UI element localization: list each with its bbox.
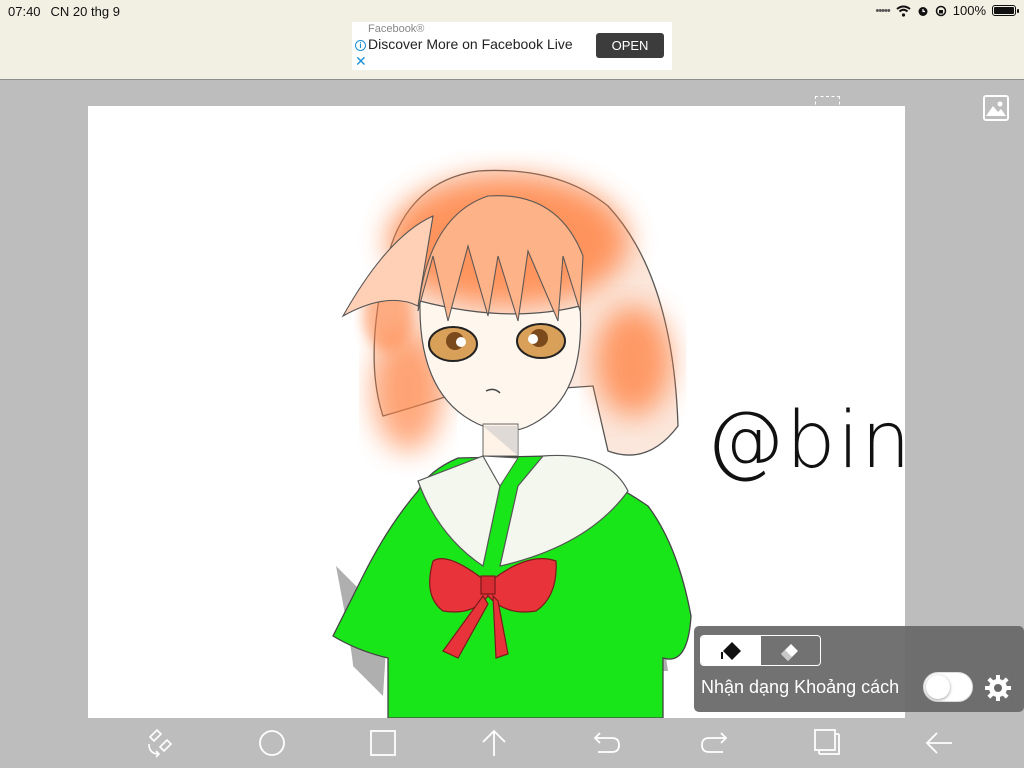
close-icon[interactable]: ✕ xyxy=(355,54,367,68)
cellular-dots-icon: ••••• xyxy=(875,4,890,17)
battery-percent: 100% xyxy=(952,3,986,18)
status-time: 07:40 xyxy=(8,4,41,19)
redo-icon[interactable] xyxy=(699,726,733,760)
ad-title[interactable]: Discover More on Facebook Live xyxy=(368,36,578,52)
gear-icon[interactable] xyxy=(984,674,1012,702)
status-date: CN 20 thg 9 xyxy=(50,4,120,19)
signature-text: @bin xyxy=(706,396,905,486)
spacing-recognition-label: Nhận dạng Khoảng cách xyxy=(701,677,900,697)
brush-icon[interactable] xyxy=(701,636,761,665)
circle-icon[interactable] xyxy=(255,726,289,760)
status-bar: 07:40 CN 20 thg 9 ••••• 100% xyxy=(0,0,1024,22)
eraser-icon[interactable] xyxy=(761,636,821,665)
arrow-up-icon[interactable] xyxy=(477,726,511,760)
brush-panel: Nhận dạng Khoảng cách xyxy=(694,626,1024,712)
undo-icon[interactable] xyxy=(588,726,622,760)
ad-bar: i ✕ Facebook® Discover More on Facebook … xyxy=(0,22,1024,80)
brush-mode-selector xyxy=(700,635,821,666)
info-icon[interactable]: i xyxy=(355,40,366,51)
ad-banner[interactable]: i ✕ Facebook® Discover More on Facebook … xyxy=(352,22,672,70)
battery-icon xyxy=(992,5,1019,16)
wifi-icon xyxy=(896,5,911,17)
alarm-icon xyxy=(918,6,928,16)
ad-sponsor: Facebook® xyxy=(368,23,425,35)
spacing-toggle[interactable] xyxy=(923,672,973,702)
bottom-toolbar xyxy=(0,718,1024,768)
image-icon[interactable] xyxy=(983,95,1009,121)
selection-icon[interactable] xyxy=(815,96,840,121)
square-icon[interactable] xyxy=(366,726,400,760)
layers-icon[interactable] xyxy=(811,726,845,760)
transform-icon[interactable] xyxy=(143,726,177,760)
back-icon[interactable] xyxy=(922,726,956,760)
ad-open-button[interactable]: OPEN xyxy=(596,33,664,58)
orientation-lock-icon xyxy=(935,5,946,16)
